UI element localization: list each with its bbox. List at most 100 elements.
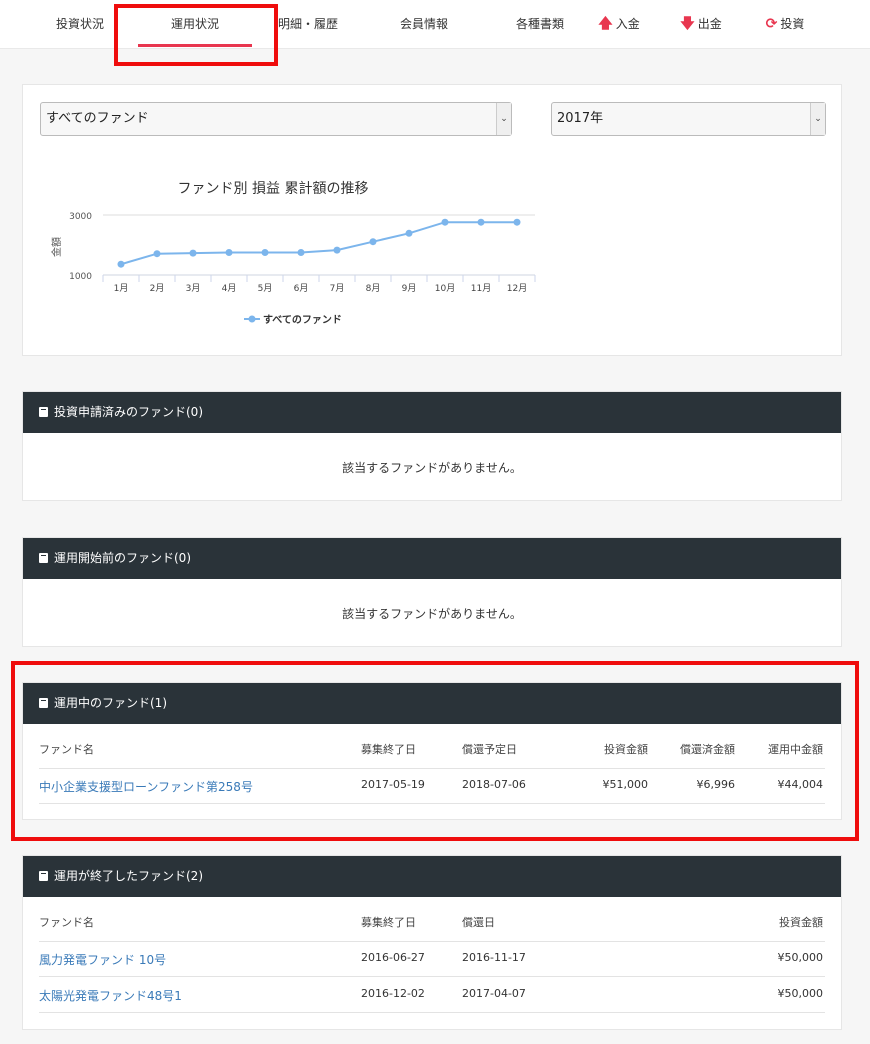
book-icon [39, 871, 48, 881]
data-point [117, 260, 125, 268]
table-header-row: ファンド名 募集終了日 償還予定日 投資金額 償還済金額 運用中金額 [39, 724, 825, 769]
arrow-up-icon: 🡅 [598, 16, 613, 32]
series-line [120, 221, 517, 266]
col-header-fund-name: ファンド名 [39, 743, 94, 756]
nav-tab-invest[interactable]: ⟳ 投資 [758, 0, 812, 48]
data-point [225, 249, 233, 256]
legend-label: すべてのファンド [263, 314, 342, 326]
x-tick-label: 8月 [366, 283, 381, 294]
chart-panel: すべてのファンド ⌄ 2017年 ⌄ ファンド別 損益 累計額の推移 金額 3000… [22, 84, 842, 356]
book-icon [39, 407, 48, 417]
nav-tab-label: 明細・履歴 [277, 17, 338, 31]
col-header-close-date: 募集終了日 [361, 916, 416, 929]
data-point [405, 229, 413, 237]
col-header-in-operation: 運用中金額 [768, 743, 823, 756]
x-tick-label: 1月 [114, 283, 129, 294]
nav-tab-label: 投資 [780, 17, 805, 31]
panel-header: 運用が終了したファンド(2) [23, 856, 841, 897]
book-icon [39, 553, 48, 563]
panel-header: 運用中のファンド(1) [23, 683, 841, 724]
operating-amount: ¥44,004 [777, 778, 824, 791]
nav-tab-label: 出金 [697, 17, 722, 31]
panel-title: 運用が終了したファンド(2) [54, 869, 203, 883]
col-header-redemption-date: 償還予定日 [462, 743, 517, 756]
investment-amount: ¥50,000 [777, 951, 824, 964]
close-date: 2016-06-27 [361, 951, 425, 964]
data-point [261, 249, 269, 256]
x-tick-label: 3月 [186, 283, 201, 294]
book-icon [39, 698, 48, 708]
panel-header: 運用開始前のファンド(0) [23, 538, 841, 579]
data-point [153, 250, 161, 258]
close-date: 2017-05-19 [361, 778, 425, 791]
table-header-row: ファンド名 募集終了日 償還日 投資金額 [39, 897, 825, 942]
line-chart: ファンド別 損益 累計額の推移金額 3000 1000 1月 2月 3月 4月 5月 6月 7月 8… [50, 181, 536, 326]
nav-tab-label: 各種書類 [515, 17, 564, 31]
panel-title: 運用開始前のファンド(0) [54, 551, 191, 565]
redemption-date: 2018-07-06 [462, 778, 526, 791]
redemption-date: 2017-04-07 [462, 987, 526, 1000]
x-tick-label: 2月 [150, 283, 165, 294]
chart-title: ファンド別 損益 累計額の推移 [178, 181, 369, 197]
redeemed-amount: ¥6,996 [696, 778, 736, 791]
y-tick-label: 3000 [69, 212, 92, 222]
table-row: 太陽光発電ファンド48号1 2016-12-02 2017-04-07 ¥50,… [39, 977, 825, 1013]
col-header-fund-name: ファンド名 [39, 916, 94, 929]
active-tab-indicator [138, 44, 252, 47]
fund-name-link[interactable]: 中小企業支援型ローンファンド第258号 [39, 778, 253, 795]
investment-amount: ¥51,000 [602, 778, 649, 791]
col-header-close-date: 募集終了日 [361, 743, 416, 756]
refresh-icon: ⟳ [765, 16, 778, 32]
close-date: 2016-12-02 [361, 987, 425, 1000]
table-row: 中小企業支援型ローンファンド第258号 2017-05-19 2018-07-0… [39, 768, 825, 804]
nav-tab-withdraw[interactable]: 🡇 出金 [674, 0, 728, 48]
empty-message: 該当するファンドがありません。 [342, 461, 522, 475]
data-point [333, 246, 341, 254]
legend-marker [248, 315, 256, 323]
y-tick-label: 1000 [69, 272, 92, 282]
redemption-date: 2016-11-17 [462, 951, 526, 964]
col-header-redemption-date: 償還日 [462, 916, 495, 929]
col-header-redeemed: 償還済金額 [680, 743, 735, 756]
data-point [189, 249, 197, 257]
fund-name-link[interactable]: 風力発電ファンド 10号 [39, 951, 166, 968]
nav-tab-operation-status[interactable]: 運用状況 [150, 0, 240, 48]
nav-tab-label: 入金 [615, 17, 640, 31]
col-header-investment: 投資金額 [779, 916, 823, 929]
data-point [441, 218, 449, 226]
panel-header: 投資申請済みのファンド(0) [23, 392, 841, 433]
x-tick-label: 6月 [294, 283, 309, 294]
nav-tab-label: 運用状況 [170, 17, 219, 31]
nav-tab-deposit[interactable]: 🡅 入金 [592, 0, 646, 48]
data-point [369, 238, 377, 246]
x-tick-label: 7月 [330, 283, 345, 294]
x-tick-label: 11月 [471, 283, 491, 294]
x-tick-label: 12月 [507, 283, 527, 294]
arrow-down-icon: 🡇 [680, 16, 695, 32]
table-row: 風力発電ファンド 10号 2016-06-27 2016-11-17 ¥50,0… [39, 941, 825, 977]
nav-tab-member-info[interactable]: 会員情報 [384, 0, 464, 48]
data-point [513, 218, 521, 226]
data-point [477, 218, 485, 226]
panel-title: 投資申請済みのファンド(0) [54, 405, 203, 419]
investment-amount: ¥50,000 [777, 987, 824, 1000]
fund-name-link[interactable]: 太陽光発電ファンド48号1 [39, 987, 182, 1004]
empty-message: 該当するファンドがありません。 [342, 607, 522, 621]
nav-tab-history[interactable]: 明細・履歴 [268, 0, 348, 48]
panel-title: 運用中のファンド(1) [54, 696, 167, 710]
x-tick-label: 4月 [222, 283, 237, 294]
nav-tab-investment-status[interactable]: 投資状況 [40, 0, 120, 48]
top-nav: 投資状況 運用状況 明細・履歴 会員情報 各種書類 🡅 入金 🡇 出金 ⟳ 投資 [0, 0, 870, 49]
nav-tab-label: 投資状況 [55, 17, 104, 31]
x-tick-label: 5月 [258, 283, 273, 294]
ended-funds-panel: 運用が終了したファンド(2) ファンド名 募集終了日 償還日 投資金額 風力発電… [22, 855, 842, 1030]
y-axis-label: 金額 [50, 237, 63, 257]
nav-tab-label: 会員情報 [399, 17, 448, 31]
pre-operation-funds-panel: 運用開始前のファンド(0) 該当するファンドがありません。 [22, 537, 842, 647]
active-funds-panel: 運用中のファンド(1) ファンド名 募集終了日 償還予定日 投資金額 償還済金額… [22, 682, 842, 820]
col-header-investment: 投資金額 [604, 743, 648, 756]
applied-funds-panel: 投資申請済みのファンド(0) 該当するファンドがありません。 [22, 391, 842, 501]
x-tick-label: 10月 [435, 283, 455, 294]
data-point [297, 249, 305, 256]
nav-tab-documents[interactable]: 各種書類 [500, 0, 580, 48]
